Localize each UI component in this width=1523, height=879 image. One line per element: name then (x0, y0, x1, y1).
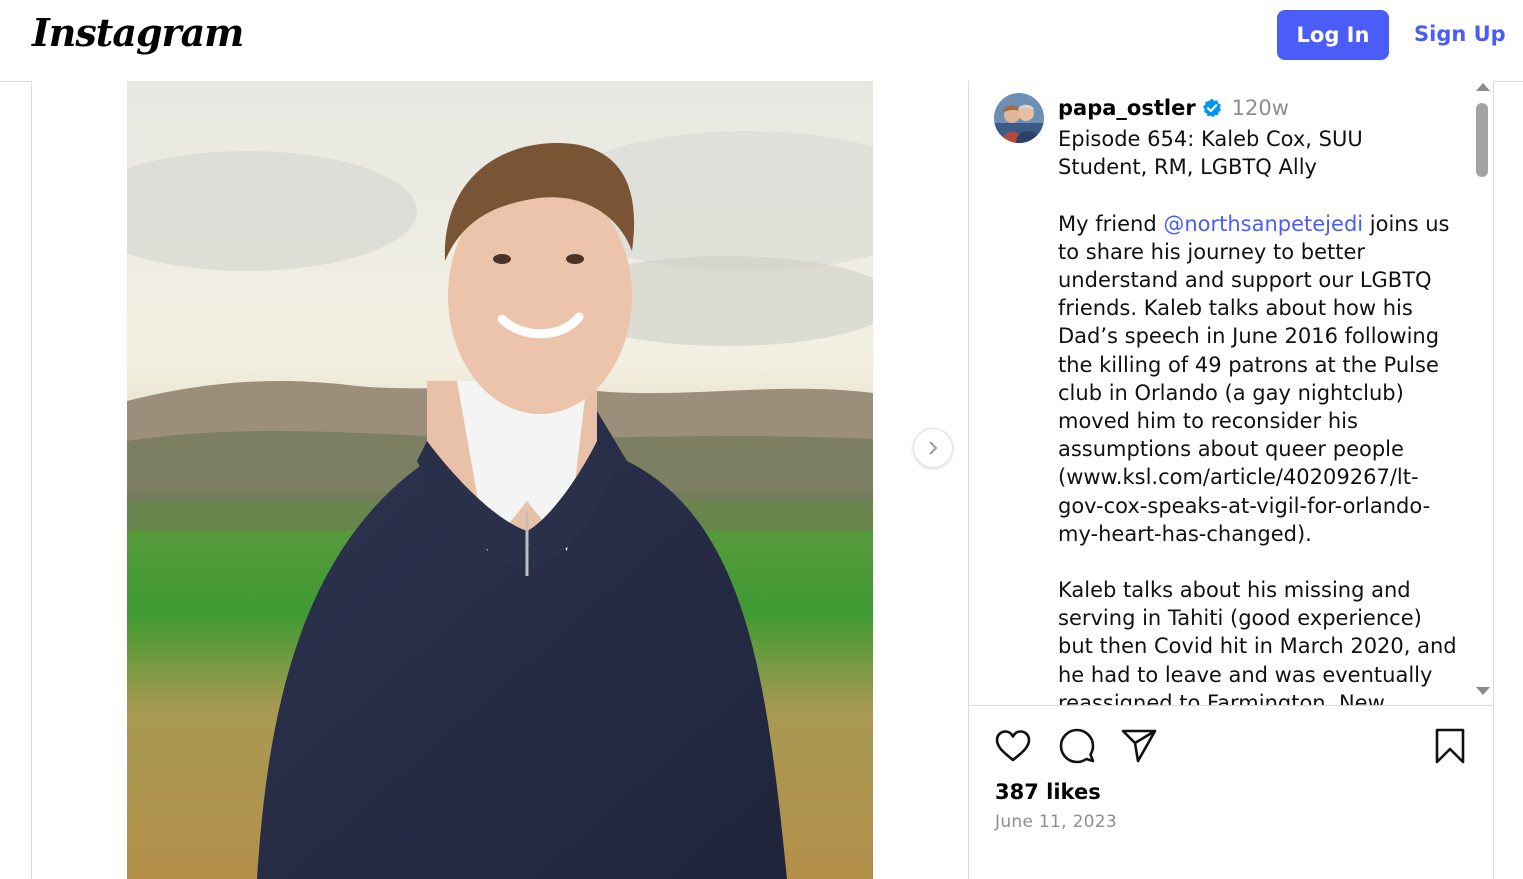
caption-scrollbar[interactable] (1471, 81, 1493, 705)
scroll-thumb[interactable] (1476, 103, 1488, 177)
instagram-logo[interactable]: Instagram (32, 10, 244, 55)
post-date[interactable]: June 11, 2023 (995, 812, 1117, 832)
share-icon (1121, 729, 1157, 763)
mention-link[interactable]: @northsanpetejedi (1163, 212, 1363, 236)
comment-icon (1059, 728, 1095, 764)
save-button[interactable] (1430, 726, 1470, 766)
post-sidebar: papa_ostler 120w Episode 654: Kaleb Cox, … (968, 81, 1494, 879)
caption-panel[interactable]: papa_ostler 120w Episode 654: Kaleb Cox, … (969, 81, 1494, 706)
next-image-button[interactable] (913, 428, 953, 468)
caption-text: papa_ostler 120w Episode 654: Kaleb Cox, … (1058, 94, 1458, 706)
like-button[interactable] (993, 726, 1033, 766)
caption-paragraph-start: My friend (1058, 211, 1164, 236)
bookmark-icon (1435, 728, 1465, 764)
chevron-right-icon (929, 441, 938, 455)
caption-paragraph-rest: joins us to share his journey to better … (1058, 211, 1450, 546)
signup-link[interactable]: Sign Up (1414, 22, 1506, 46)
avatar[interactable] (994, 93, 1044, 143)
caption-title: Episode 654: Kaleb Cox, SUU Student, RM,… (1058, 127, 1363, 180)
post-media (32, 81, 968, 879)
scroll-up-arrow-icon[interactable] (1476, 83, 1490, 91)
caption-paragraph: Kaleb talks about his missing and servin… (1058, 578, 1457, 706)
username-link[interactable]: papa_ostler (1058, 96, 1196, 120)
heart-icon (995, 730, 1031, 762)
share-button[interactable] (1119, 726, 1159, 766)
comment-button[interactable] (1057, 726, 1097, 766)
post-card: papa_ostler 120w Episode 654: Kaleb Cox, … (31, 81, 1494, 879)
top-nav: Instagram Log In Sign Up (0, 0, 1523, 82)
verified-badge-icon (1202, 97, 1222, 125)
scroll-down-arrow-icon[interactable] (1476, 687, 1490, 695)
post-actions: 387 likes June 11, 2023 (969, 706, 1494, 879)
post-timestamp[interactable]: 120w (1232, 96, 1289, 120)
post-photo[interactable] (127, 81, 873, 879)
login-button[interactable]: Log In (1277, 10, 1389, 60)
likes-count[interactable]: 387 likes (995, 780, 1101, 804)
